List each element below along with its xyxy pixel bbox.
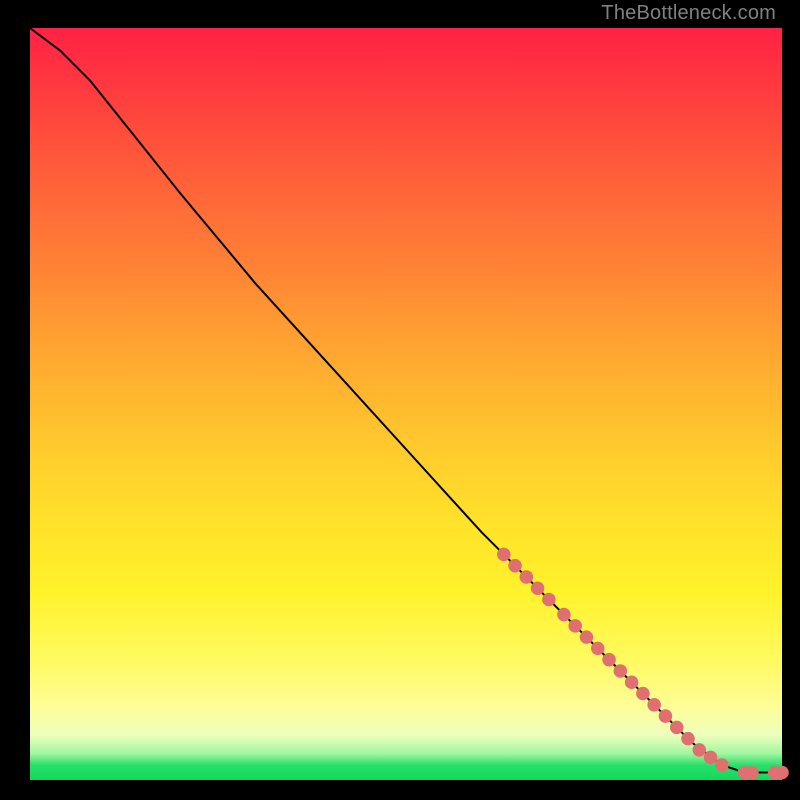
data-marker [580, 630, 594, 644]
data-marker [670, 721, 684, 735]
data-marker [659, 709, 673, 723]
data-marker [745, 766, 759, 780]
data-marker [775, 766, 789, 780]
data-markers-group [497, 548, 789, 780]
data-marker [497, 548, 511, 562]
data-marker [520, 570, 534, 584]
attribution-text: TheBottleneck.com [601, 2, 776, 25]
data-marker [625, 675, 639, 689]
data-marker [636, 687, 650, 701]
data-marker [681, 732, 695, 746]
data-marker [557, 608, 571, 622]
data-marker [591, 642, 605, 656]
data-marker [715, 758, 729, 772]
data-marker [647, 698, 661, 712]
plot-overlay [30, 28, 782, 780]
data-marker [542, 593, 556, 607]
data-marker [508, 559, 522, 573]
data-marker [614, 664, 628, 678]
data-marker [531, 581, 545, 595]
data-marker [568, 619, 582, 633]
data-marker [602, 653, 616, 667]
data-marker [704, 751, 718, 765]
bottleneck-curve [30, 28, 782, 772]
data-marker [693, 743, 707, 757]
chart-frame: TheBottleneck.com [0, 0, 800, 800]
